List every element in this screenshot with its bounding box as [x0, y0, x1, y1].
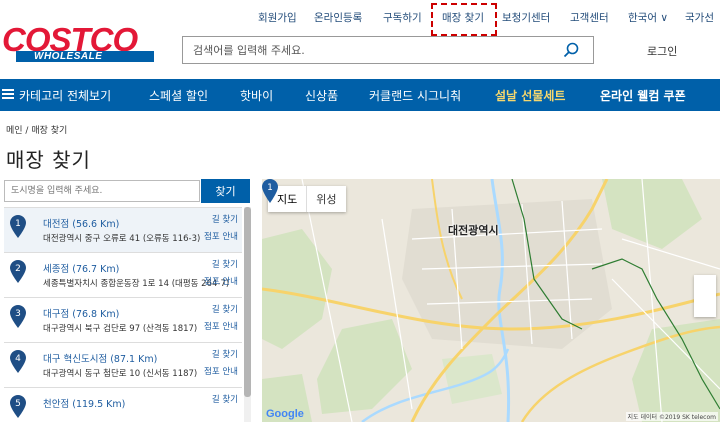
breadcrumb: 메인 / 매장 찾기: [6, 126, 68, 136]
map-view[interactable]: 지도 위성 대전광역시 1 Google 지도 데이터 ©2019 SK tel…: [262, 179, 720, 422]
search-icon[interactable]: [563, 42, 579, 58]
map-pin-icon: 3: [10, 305, 26, 328]
store-info-link[interactable]: 점포 안내: [204, 365, 238, 377]
list-item[interactable]: 4 대구 혁신도시점 (87.1 Km) 대구광역시 동구 첨단로 10 (신서…: [4, 343, 242, 388]
country-select[interactable]: 국가선: [685, 10, 714, 25]
map-pin-icon: 5: [10, 395, 26, 418]
store-address: 세종특별자치시 종합운동장 1로 14 (대평동 264-7): [43, 279, 230, 289]
pin-number: 5: [15, 399, 21, 409]
pin-number: 2: [15, 264, 21, 274]
map-tiles: [262, 179, 720, 422]
costco-logo[interactable]: COSTCO WHOLESALE: [2, 23, 154, 68]
nav-kirkland[interactable]: 커클랜드 시그니춰: [369, 87, 461, 104]
map-type-satellite[interactable]: 위성: [307, 186, 345, 212]
menu-icon[interactable]: [2, 89, 14, 99]
map-credit: 지도 데이터 ©2019 SK telecom: [625, 412, 718, 421]
directions-link[interactable]: 길 찾기: [212, 213, 238, 225]
nav-hot-buy[interactable]: 핫바이: [240, 87, 273, 104]
highlight-annotation: [431, 3, 497, 36]
main-nav: 카테고리 전체보기 스페셜 할인 핫바이 신상품 커클랜드 시그니춰 설날 선물…: [0, 79, 720, 111]
language-select[interactable]: 한국어 ∨: [628, 10, 668, 25]
store-list: 1 대전점 (56.6 Km) 대전광역시 중구 오류로 41 (오류동 116…: [4, 207, 242, 422]
store-name[interactable]: 천안점 (119.5 Km): [43, 396, 125, 410]
map-type-toggle: 지도 위성: [268, 186, 346, 212]
store-name[interactable]: 대구점 (76.8 Km): [43, 306, 119, 320]
logo-subtitle: WHOLESALE: [16, 51, 154, 62]
signup-link[interactable]: 회원가입: [258, 10, 297, 25]
directions-link[interactable]: 길 찾기: [212, 393, 238, 405]
store-address: 대구광역시 동구 첨단로 10 (신서동 1187): [43, 369, 198, 379]
login-link[interactable]: 로그인: [647, 43, 677, 59]
store-name[interactable]: 대구 혁신도시점 (87.1 Km): [43, 351, 157, 365]
search-input[interactable]: [183, 37, 553, 63]
store-name[interactable]: 대전점 (56.6 Km): [43, 216, 119, 230]
find-store-button[interactable]: 찾기: [201, 179, 250, 203]
nav-special-discount[interactable]: 스페셜 할인: [149, 87, 208, 104]
directions-link[interactable]: 길 찾기: [212, 303, 238, 315]
store-info-link[interactable]: 점포 안내: [204, 275, 238, 287]
hearing-center-link[interactable]: 보청기센터: [502, 10, 550, 25]
store-address: 대전광역시 중구 오류로 41 (오류동 116-3): [43, 234, 201, 244]
nav-welcome-coupon[interactable]: 온라인 웰컴 쿠폰: [600, 87, 686, 104]
directions-link[interactable]: 길 찾기: [212, 258, 238, 270]
map-city-label: 대전광역시: [448, 224, 499, 237]
store-info-link[interactable]: 점포 안내: [204, 230, 238, 242]
map-pin-icon: 1: [10, 215, 26, 238]
list-scrollbar[interactable]: [244, 207, 251, 422]
online-register-link[interactable]: 온라인등록: [314, 10, 362, 25]
store-address: 대구광역시 북구 검단로 97 (산격동 1817): [43, 324, 198, 334]
pin-number: 4: [15, 354, 21, 364]
scrollbar-thumb[interactable]: [244, 207, 251, 397]
store-info-link[interactable]: 점포 안내: [204, 320, 238, 332]
nav-all-categories[interactable]: 카테고리 전체보기: [19, 87, 111, 104]
search-bar: [182, 36, 594, 64]
map-marker-icon[interactable]: 1: [262, 179, 278, 203]
nav-lunar-gift-sets[interactable]: 설날 선물세트: [495, 87, 565, 104]
list-item[interactable]: 5 천안점 (119.5 Km) 길 찾기: [4, 388, 242, 422]
list-item[interactable]: 1 대전점 (56.6 Km) 대전광역시 중구 오류로 41 (오류동 116…: [4, 208, 242, 253]
list-item[interactable]: 2 세종점 (76.7 Km) 세종특별자치시 종합운동장 1로 14 (대평동…: [4, 253, 242, 298]
directions-link[interactable]: 길 찾기: [212, 348, 238, 360]
map-pin-icon: 2: [10, 260, 26, 283]
marker-number: 1: [267, 183, 273, 193]
map-zoom-control[interactable]: [694, 275, 716, 317]
list-item[interactable]: 3 대구점 (76.8 Km) 대구광역시 북구 검단로 97 (산격동 181…: [4, 298, 242, 343]
pin-number: 1: [15, 219, 21, 229]
map-pin-icon: 4: [10, 350, 26, 373]
nav-new-products[interactable]: 신상품: [305, 87, 338, 104]
store-name[interactable]: 세종점 (76.7 Km): [43, 261, 119, 275]
subscribe-link[interactable]: 구독하기: [383, 10, 422, 25]
google-logo: Google: [266, 408, 304, 420]
pin-number: 3: [15, 309, 21, 319]
customer-center-link[interactable]: 고객센터: [570, 10, 609, 25]
city-search-input[interactable]: [4, 180, 200, 202]
page-title: 매장 찾기: [6, 148, 91, 172]
